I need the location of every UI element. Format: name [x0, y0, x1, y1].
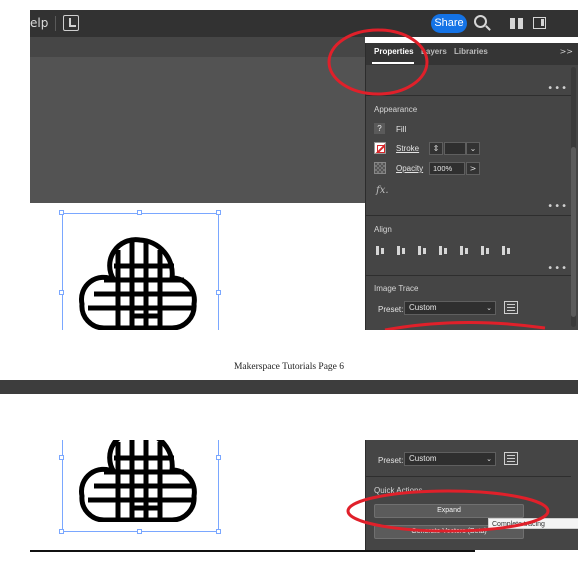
annotation-layer [327, 28, 546, 330]
page-break-band [0, 380, 578, 394]
annotation-circle-properties-tab [327, 28, 429, 96]
page-footer-caption: Makerspace Tutorials Page 6 [233, 362, 345, 372]
annotation-layer [346, 489, 550, 533]
screenshot-quick-actions: Preset: Custom ⌄ Quick Actions Expand Gen… [30, 440, 578, 550]
bottom-rule [30, 550, 475, 552]
annotation-circle-expand-button [346, 489, 550, 533]
annotation-arc-image-trace [384, 320, 546, 330]
screenshot-properties-panel: elp Share Properties Layers Libraries >> [30, 10, 578, 330]
